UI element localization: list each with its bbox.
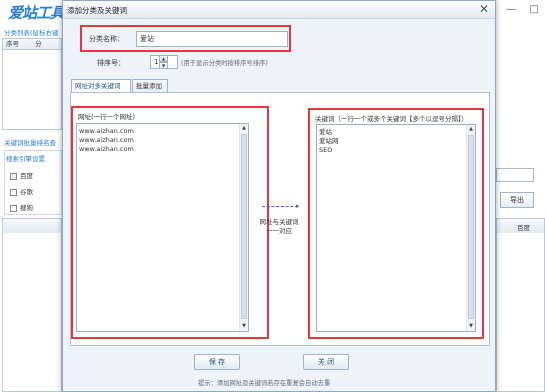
mapping-text: 网址与关键词 一一对应 [252, 218, 306, 236]
checkbox-icon[interactable] [10, 204, 17, 212]
keyword-rank-label: 关键词批量排名查 [4, 139, 56, 147]
save-button[interactable]: 保 存 [194, 354, 240, 370]
dialog-titlebar[interactable]: 添加分类及关键词 ✕ [63, 1, 495, 19]
footer-tip: 提示：添加网址及关键词若存在重复会自动去重 [198, 380, 331, 387]
column-baidu[interactable]: 百度 [517, 222, 530, 232]
checkbox-icon[interactable] [10, 188, 17, 196]
category-name-label: 分类名称： [89, 35, 124, 43]
scroll-down-icon[interactable]: ▼ [240, 322, 248, 331]
mapping-line-2: 一一对应 [266, 227, 292, 235]
add-category-dialog: 添加分类及关键词 ✕ 分类名称： 爱站 排序号： 1 ▲ ▼ (用于显示分类时按… [62, 0, 496, 392]
engine-checkbox-google[interactable]: 谷歌 [10, 186, 33, 196]
url-textarea[interactable]: www.aizhan.com www.aizhan.com www.aizhan… [76, 123, 249, 332]
scroll-thumb[interactable] [241, 134, 247, 319]
chevron-down-icon[interactable]: ▼ [159, 62, 168, 69]
sort-value: 1 [154, 58, 159, 66]
export-button[interactable]: 导出 [500, 192, 534, 208]
url-group-label: 网址(一行一个网址) [78, 113, 136, 121]
engine-settings-title: 搜索引擎设置 [6, 153, 45, 163]
arrow-right-icon: ▸ [296, 202, 300, 210]
sort-stepper-buttons[interactable]: ▲ ▼ [159, 55, 168, 69]
keyword-line: SEO [319, 146, 333, 154]
keyword-result-grid[interactable] [2, 218, 62, 392]
engine-checkbox-sogou[interactable]: 搜狗 [10, 202, 33, 212]
url-line: www.aizhan.com [79, 145, 134, 153]
keyword-group-label: 关键词（一行一个或多个关键词【多个以逗号分隔】） [315, 115, 468, 123]
app-logo: 爱站工具 [8, 4, 65, 22]
sort-hint: (用于显示分类时按排序号排序) [181, 60, 268, 67]
column-index[interactable]: 序号 [6, 40, 19, 48]
engine-checkbox-baidu[interactable]: 百度 [10, 170, 33, 180]
scroll-thumb[interactable] [468, 135, 474, 319]
rank-result-grid[interactable]: 百度 [496, 218, 545, 392]
dialog-title: 添加分类及关键词 [67, 6, 127, 15]
window-controls: — □ [496, 4, 539, 15]
scroll-up-icon[interactable]: ▲ [240, 124, 248, 133]
close-icon[interactable]: ✕ [479, 2, 489, 16]
category-name-input[interactable]: 爱站 [136, 31, 288, 47]
sort-label: 排序号： [97, 59, 125, 67]
scroll-down-icon[interactable]: ▼ [467, 322, 475, 331]
url-line: www.aizhan.com [79, 136, 134, 144]
keyword-scrollbar[interactable]: ▲ ▼ [466, 125, 475, 331]
category-table-body[interactable] [2, 50, 62, 130]
filter-input[interactable] [496, 168, 534, 182]
scroll-up-icon[interactable]: ▲ [467, 125, 475, 134]
keyword-line: 爱站 [319, 128, 332, 136]
chevron-up-icon[interactable]: ▲ [159, 55, 168, 62]
category-table-header: 序号 分类 [2, 38, 62, 58]
keyword-textarea[interactable]: 爱站 爱站网 SEO ▲ ▼ [316, 124, 476, 332]
mapping-arrow-line [262, 206, 298, 207]
checkbox-checked-icon[interactable] [10, 172, 17, 180]
url-line: www.aizhan.com [79, 127, 134, 135]
maximize-icon[interactable]: □ [530, 4, 539, 15]
mapping-line-1: 网址与关键词 [259, 218, 299, 226]
keyword-line: 爱站网 [319, 137, 339, 145]
close-button[interactable]: 关 闭 [303, 354, 349, 370]
minimize-icon[interactable]: — [506, 4, 516, 15]
category-list-label: 分类列表(鼠标右键 [4, 29, 59, 37]
url-scrollbar[interactable]: ▲ ▼ [239, 124, 248, 331]
tab-batch-add[interactable]: 批量添加 [132, 79, 168, 93]
